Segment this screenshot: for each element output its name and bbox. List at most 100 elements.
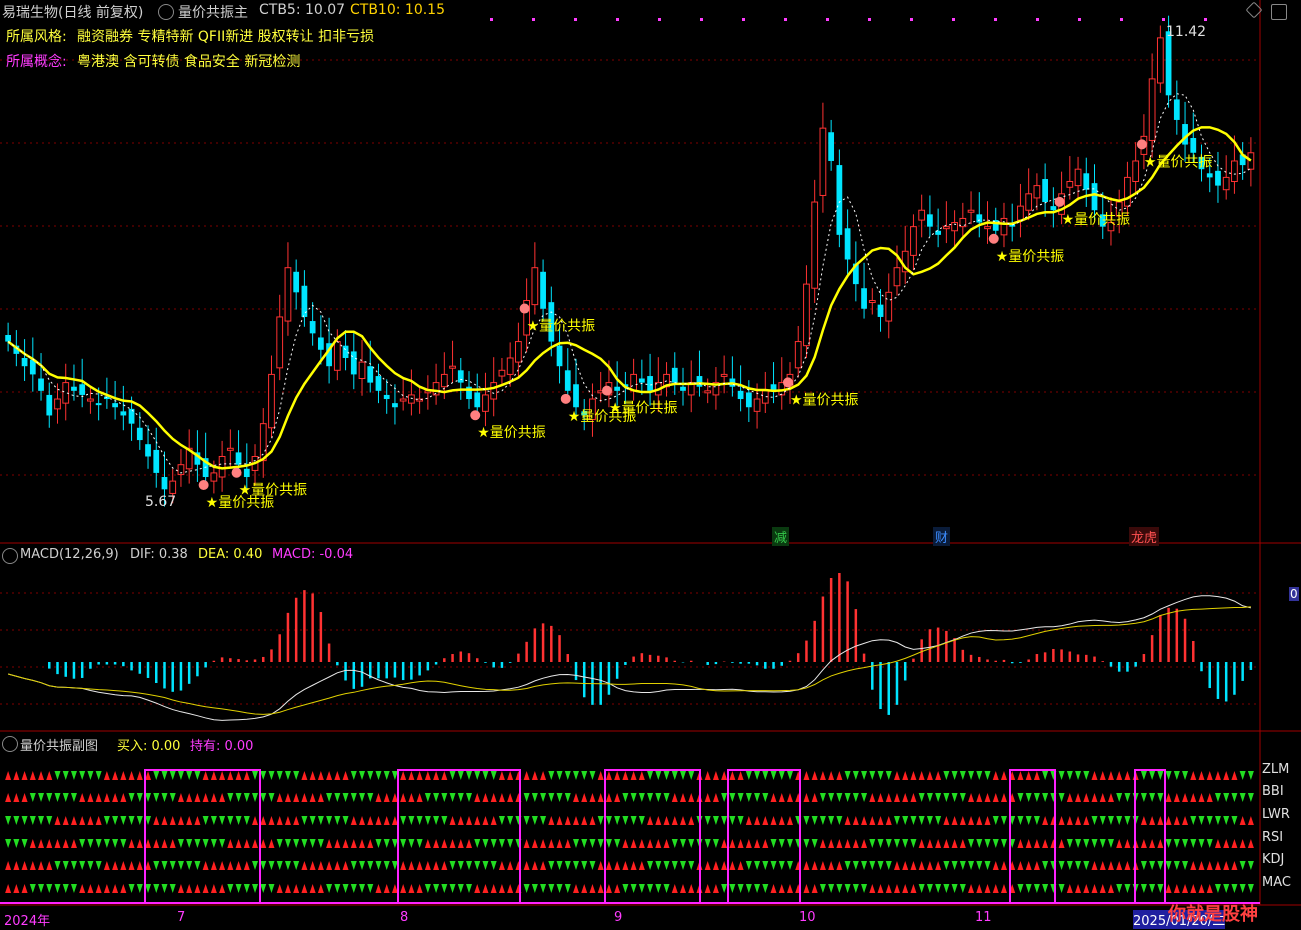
arrow-down-icon (589, 839, 596, 848)
signal-label: ★量价共振 (996, 249, 1065, 265)
arrow-up-icon (21, 861, 28, 870)
event-mark-reduce[interactable]: 减 (772, 527, 790, 546)
arrow-down-icon (1033, 793, 1040, 802)
arrow-up-icon (375, 884, 382, 893)
arrow-down-icon (885, 839, 892, 848)
candle-body (79, 384, 86, 395)
arrow-down-icon (597, 839, 604, 848)
arrow-down-icon (803, 816, 810, 825)
arrow-up-icon (1000, 861, 1007, 870)
candle-body (440, 373, 448, 388)
arrow-down-icon (70, 861, 77, 870)
arrow-up-icon (828, 771, 835, 780)
arrow-down-icon (260, 861, 267, 870)
arrow-down-icon (1107, 816, 1114, 825)
arrow-up-icon (112, 793, 119, 802)
arrow-down-icon (647, 884, 654, 893)
arrow-down-icon (1231, 793, 1238, 802)
top-dot (490, 18, 493, 21)
chevron-down-icon[interactable] (158, 4, 174, 20)
event-mark-dragon-tiger[interactable]: 龙虎 (1129, 527, 1160, 546)
arrow-up-icon (449, 816, 456, 825)
arrow-up-icon (309, 884, 316, 893)
arrow-up-icon (79, 793, 86, 802)
arrow-up-icon (885, 884, 892, 893)
arrow-up-icon (359, 839, 366, 848)
arrow-up-icon (1075, 816, 1082, 825)
candle-body (1000, 217, 1008, 236)
macd-name[interactable]: MACD(12,26,9) (20, 547, 119, 562)
arrow-up-icon (910, 771, 917, 780)
arrow-down-icon (161, 771, 168, 780)
arrow-down-icon (754, 861, 761, 870)
arrow-down-icon (1149, 861, 1156, 870)
top-dot (1078, 18, 1081, 21)
arrow-down-icon (46, 816, 53, 825)
arrow-up-icon (836, 861, 843, 870)
watermark-logo: 你就是股神 (1168, 904, 1258, 925)
candle-body (1215, 170, 1221, 186)
candle-body (506, 357, 514, 375)
chevron-down-icon[interactable] (2, 548, 18, 564)
arrow-down-icon (375, 861, 382, 870)
candle-body (457, 370, 464, 383)
arrow-down-icon (433, 884, 440, 893)
arrow-up-icon (548, 816, 555, 825)
arrow-up-icon (169, 839, 176, 848)
hold-band (727, 769, 801, 904)
candle-body (885, 291, 893, 322)
arrow-down-icon (284, 771, 291, 780)
arrow-up-icon (540, 861, 547, 870)
arrow-up-icon (861, 839, 868, 848)
arrow-up-icon (177, 884, 184, 893)
event-mark-finance[interactable]: 财 (933, 527, 951, 546)
arrow-down-icon (70, 884, 77, 893)
arrow-down-icon (540, 816, 547, 825)
hold-band (1009, 769, 1056, 904)
arrow-down-icon (260, 884, 267, 893)
arrow-down-icon (1000, 839, 1007, 848)
arrow-down-icon (622, 793, 629, 802)
arrow-up-icon (1190, 861, 1197, 870)
arrow-down-icon (548, 771, 555, 780)
arrow-down-icon (647, 771, 654, 780)
arrow-up-icon (688, 884, 695, 893)
arrow-up-icon (416, 793, 423, 802)
arrow-up-icon (704, 861, 711, 870)
chevron-down-icon[interactable] (2, 736, 18, 752)
top-dot (532, 18, 535, 21)
arrow-up-icon (671, 884, 678, 893)
arrow-down-icon (169, 884, 176, 893)
arrow-up-icon (655, 839, 662, 848)
arrow-up-icon (219, 793, 226, 802)
arrow-down-icon (597, 816, 604, 825)
arrow-down-icon (721, 816, 728, 825)
indicator-name[interactable]: 量价共振主 (178, 2, 248, 22)
arrow-down-icon (564, 861, 571, 870)
arrow-down-icon (770, 771, 777, 780)
arrow-down-icon (466, 861, 473, 870)
arrow-up-icon (1198, 884, 1205, 893)
arrow-down-icon (688, 861, 695, 870)
arrow-up-icon (5, 793, 12, 802)
arrow-up-icon (1116, 861, 1123, 870)
arrow-down-icon (457, 793, 464, 802)
subchart-name[interactable]: 量价共振副图 (20, 735, 98, 754)
arrow-up-icon (844, 816, 851, 825)
arrow-up-icon (21, 884, 28, 893)
arrow-down-icon (861, 861, 868, 870)
window-icon[interactable] (1271, 4, 1287, 20)
arrow-down-icon (284, 839, 291, 848)
arrow-up-icon (243, 839, 250, 848)
arrow-up-icon (408, 771, 415, 780)
arrow-up-icon (235, 839, 242, 848)
arrow-down-icon (21, 839, 28, 848)
arrow-down-icon (605, 839, 612, 848)
arrow-down-icon (367, 771, 374, 780)
arrow-up-icon (1198, 861, 1205, 870)
arrow-up-icon (712, 861, 719, 870)
candle-body (861, 288, 867, 309)
arrow-up-icon (762, 816, 769, 825)
arrow-down-icon (136, 793, 143, 802)
arrow-up-icon (13, 771, 20, 780)
